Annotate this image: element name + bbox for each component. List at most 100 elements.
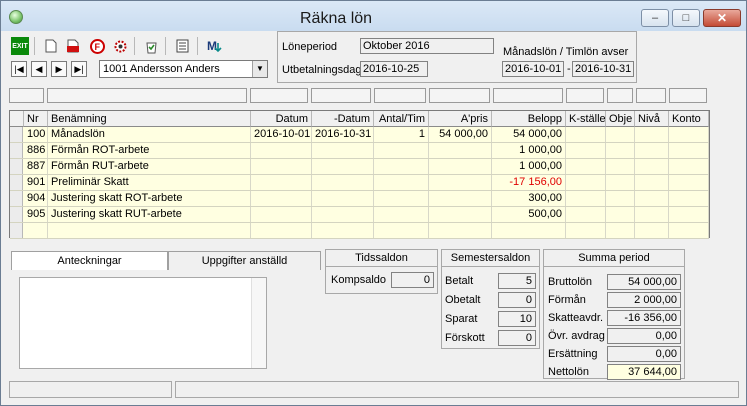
table-cell[interactable] xyxy=(635,175,669,190)
table-row[interactable] xyxy=(10,223,709,239)
delete-document-icon[interactable] xyxy=(64,37,82,55)
table-cell[interactable] xyxy=(635,143,669,158)
table-cell[interactable] xyxy=(669,175,709,190)
table-cell[interactable] xyxy=(312,175,374,190)
table-cell[interactable]: 1 000,00 xyxy=(492,143,566,158)
table-cell[interactable] xyxy=(635,159,669,174)
filter-cell[interactable] xyxy=(566,88,604,103)
column-header-benamning[interactable]: Benämning xyxy=(48,111,251,127)
table-cell[interactable] xyxy=(606,159,635,174)
table-cell[interactable] xyxy=(429,175,492,190)
table-cell[interactable]: 2016-10-31 xyxy=(312,127,374,142)
next-record-button[interactable]: ▶ xyxy=(51,61,67,77)
previous-record-button[interactable]: ◀ xyxy=(31,61,47,77)
period-to-field[interactable]: 2016-10-31 xyxy=(572,61,634,77)
period-from-field[interactable]: 2016-10-01 xyxy=(502,61,564,77)
table-row[interactable]: 905 Justering skatt RUT-arbete 500,00 xyxy=(10,207,709,223)
table-cell[interactable]: 904 xyxy=(24,191,48,206)
close-button[interactable]: ✕ xyxy=(703,9,741,27)
recycle-icon[interactable] xyxy=(142,37,160,55)
table-cell[interactable] xyxy=(251,207,312,222)
table-cell[interactable]: 905 xyxy=(24,207,48,222)
column-header-kstalle[interactable]: K-ställe xyxy=(566,111,606,127)
table-cell[interactable] xyxy=(374,191,429,206)
table-cell[interactable] xyxy=(251,159,312,174)
table-row[interactable]: 901 Preliminär Skatt -17 156,00 xyxy=(10,175,709,191)
table-cell[interactable] xyxy=(312,143,374,158)
table-cell[interactable] xyxy=(669,191,709,206)
filter-cell[interactable] xyxy=(47,88,247,103)
table-cell[interactable] xyxy=(566,223,606,238)
table-cell[interactable]: Månadslön xyxy=(48,127,251,142)
notes-scrollbar[interactable] xyxy=(251,278,266,368)
table-cell[interactable] xyxy=(669,207,709,222)
table-cell[interactable] xyxy=(251,143,312,158)
table-cell[interactable]: Justering skatt ROT-arbete xyxy=(48,191,251,206)
tab-uppgifter-anstalld[interactable]: Uppgifter anställd xyxy=(168,251,321,270)
filter-cell[interactable] xyxy=(9,88,44,103)
table-cell[interactable]: Förmån ROT-arbete xyxy=(48,143,251,158)
table-cell[interactable] xyxy=(312,191,374,206)
exit-icon[interactable]: EXIT xyxy=(11,37,29,55)
last-record-button[interactable]: ▶| xyxy=(71,61,87,77)
table-cell[interactable] xyxy=(606,143,635,158)
column-header-nr[interactable]: Nr xyxy=(24,111,48,127)
filter-cell[interactable] xyxy=(607,88,633,103)
table-cell[interactable] xyxy=(374,223,429,238)
filter-cell[interactable] xyxy=(311,88,371,103)
table-cell[interactable] xyxy=(606,207,635,222)
column-header-konto[interactable]: Konto xyxy=(669,111,709,127)
table-cell[interactable] xyxy=(566,143,606,158)
table-cell[interactable]: Justering skatt RUT-arbete xyxy=(48,207,251,222)
column-header-tdatum[interactable]: -Datum xyxy=(312,111,374,127)
table-cell[interactable]: 886 xyxy=(24,143,48,158)
table-cell[interactable]: 500,00 xyxy=(492,207,566,222)
row-selector[interactable] xyxy=(10,159,23,174)
table-row[interactable]: 904 Justering skatt ROT-arbete 300,00 xyxy=(10,191,709,207)
table-cell[interactable] xyxy=(251,191,312,206)
table-cell[interactable] xyxy=(429,143,492,158)
table-cell[interactable] xyxy=(566,207,606,222)
table-cell[interactable] xyxy=(566,159,606,174)
column-header-datum[interactable]: Datum xyxy=(251,111,312,127)
form-icon[interactable]: F xyxy=(88,37,106,55)
table-cell[interactable]: 901 xyxy=(24,175,48,190)
table-cell[interactable] xyxy=(606,127,635,142)
table-cell[interactable]: 54 000,00 xyxy=(429,127,492,142)
column-header-belopp[interactable]: Belopp xyxy=(492,111,566,127)
column-header-obje[interactable]: Obje xyxy=(606,111,635,127)
table-cell[interactable] xyxy=(566,191,606,206)
filter-cell[interactable] xyxy=(374,88,426,103)
table-cell[interactable] xyxy=(24,223,48,238)
column-header-niva[interactable]: Nivå xyxy=(635,111,669,127)
minimize-button[interactable]: – xyxy=(641,9,669,27)
table-cell[interactable] xyxy=(374,175,429,190)
employee-select[interactable]: 1001 Andersson Anders ▼ xyxy=(99,60,268,78)
export-icon[interactable]: M xyxy=(205,37,223,55)
utbetalningsdag-field[interactable]: 2016-10-25 xyxy=(360,61,428,77)
table-cell[interactable] xyxy=(669,159,709,174)
notes-textarea[interactable] xyxy=(19,277,267,369)
table-cell[interactable] xyxy=(312,159,374,174)
table-cell[interactable] xyxy=(606,191,635,206)
table-cell[interactable]: Preliminär Skatt xyxy=(48,175,251,190)
first-record-button[interactable]: |◀ xyxy=(11,61,27,77)
table-cell[interactable] xyxy=(429,191,492,206)
filter-cell[interactable] xyxy=(636,88,666,103)
table-cell[interactable] xyxy=(251,175,312,190)
table-cell[interactable] xyxy=(635,191,669,206)
table-cell[interactable] xyxy=(566,127,606,142)
table-cell[interactable]: Förmån RUT-arbete xyxy=(48,159,251,174)
settings-gear-icon[interactable] xyxy=(111,37,129,55)
table-cell[interactable] xyxy=(429,207,492,222)
table-cell[interactable]: 100 xyxy=(24,127,48,142)
table-cell[interactable]: 1 xyxy=(374,127,429,142)
maximize-button[interactable]: □ xyxy=(672,9,700,27)
column-header-apris[interactable]: A'pris xyxy=(429,111,492,127)
table-cell[interactable] xyxy=(251,223,312,238)
table-cell[interactable] xyxy=(635,223,669,238)
column-header-antal[interactable]: Antal/Tim xyxy=(374,111,429,127)
table-cell[interactable]: 2016-10-01 xyxy=(251,127,312,142)
table-cell[interactable] xyxy=(374,207,429,222)
table-cell[interactable] xyxy=(492,223,566,238)
